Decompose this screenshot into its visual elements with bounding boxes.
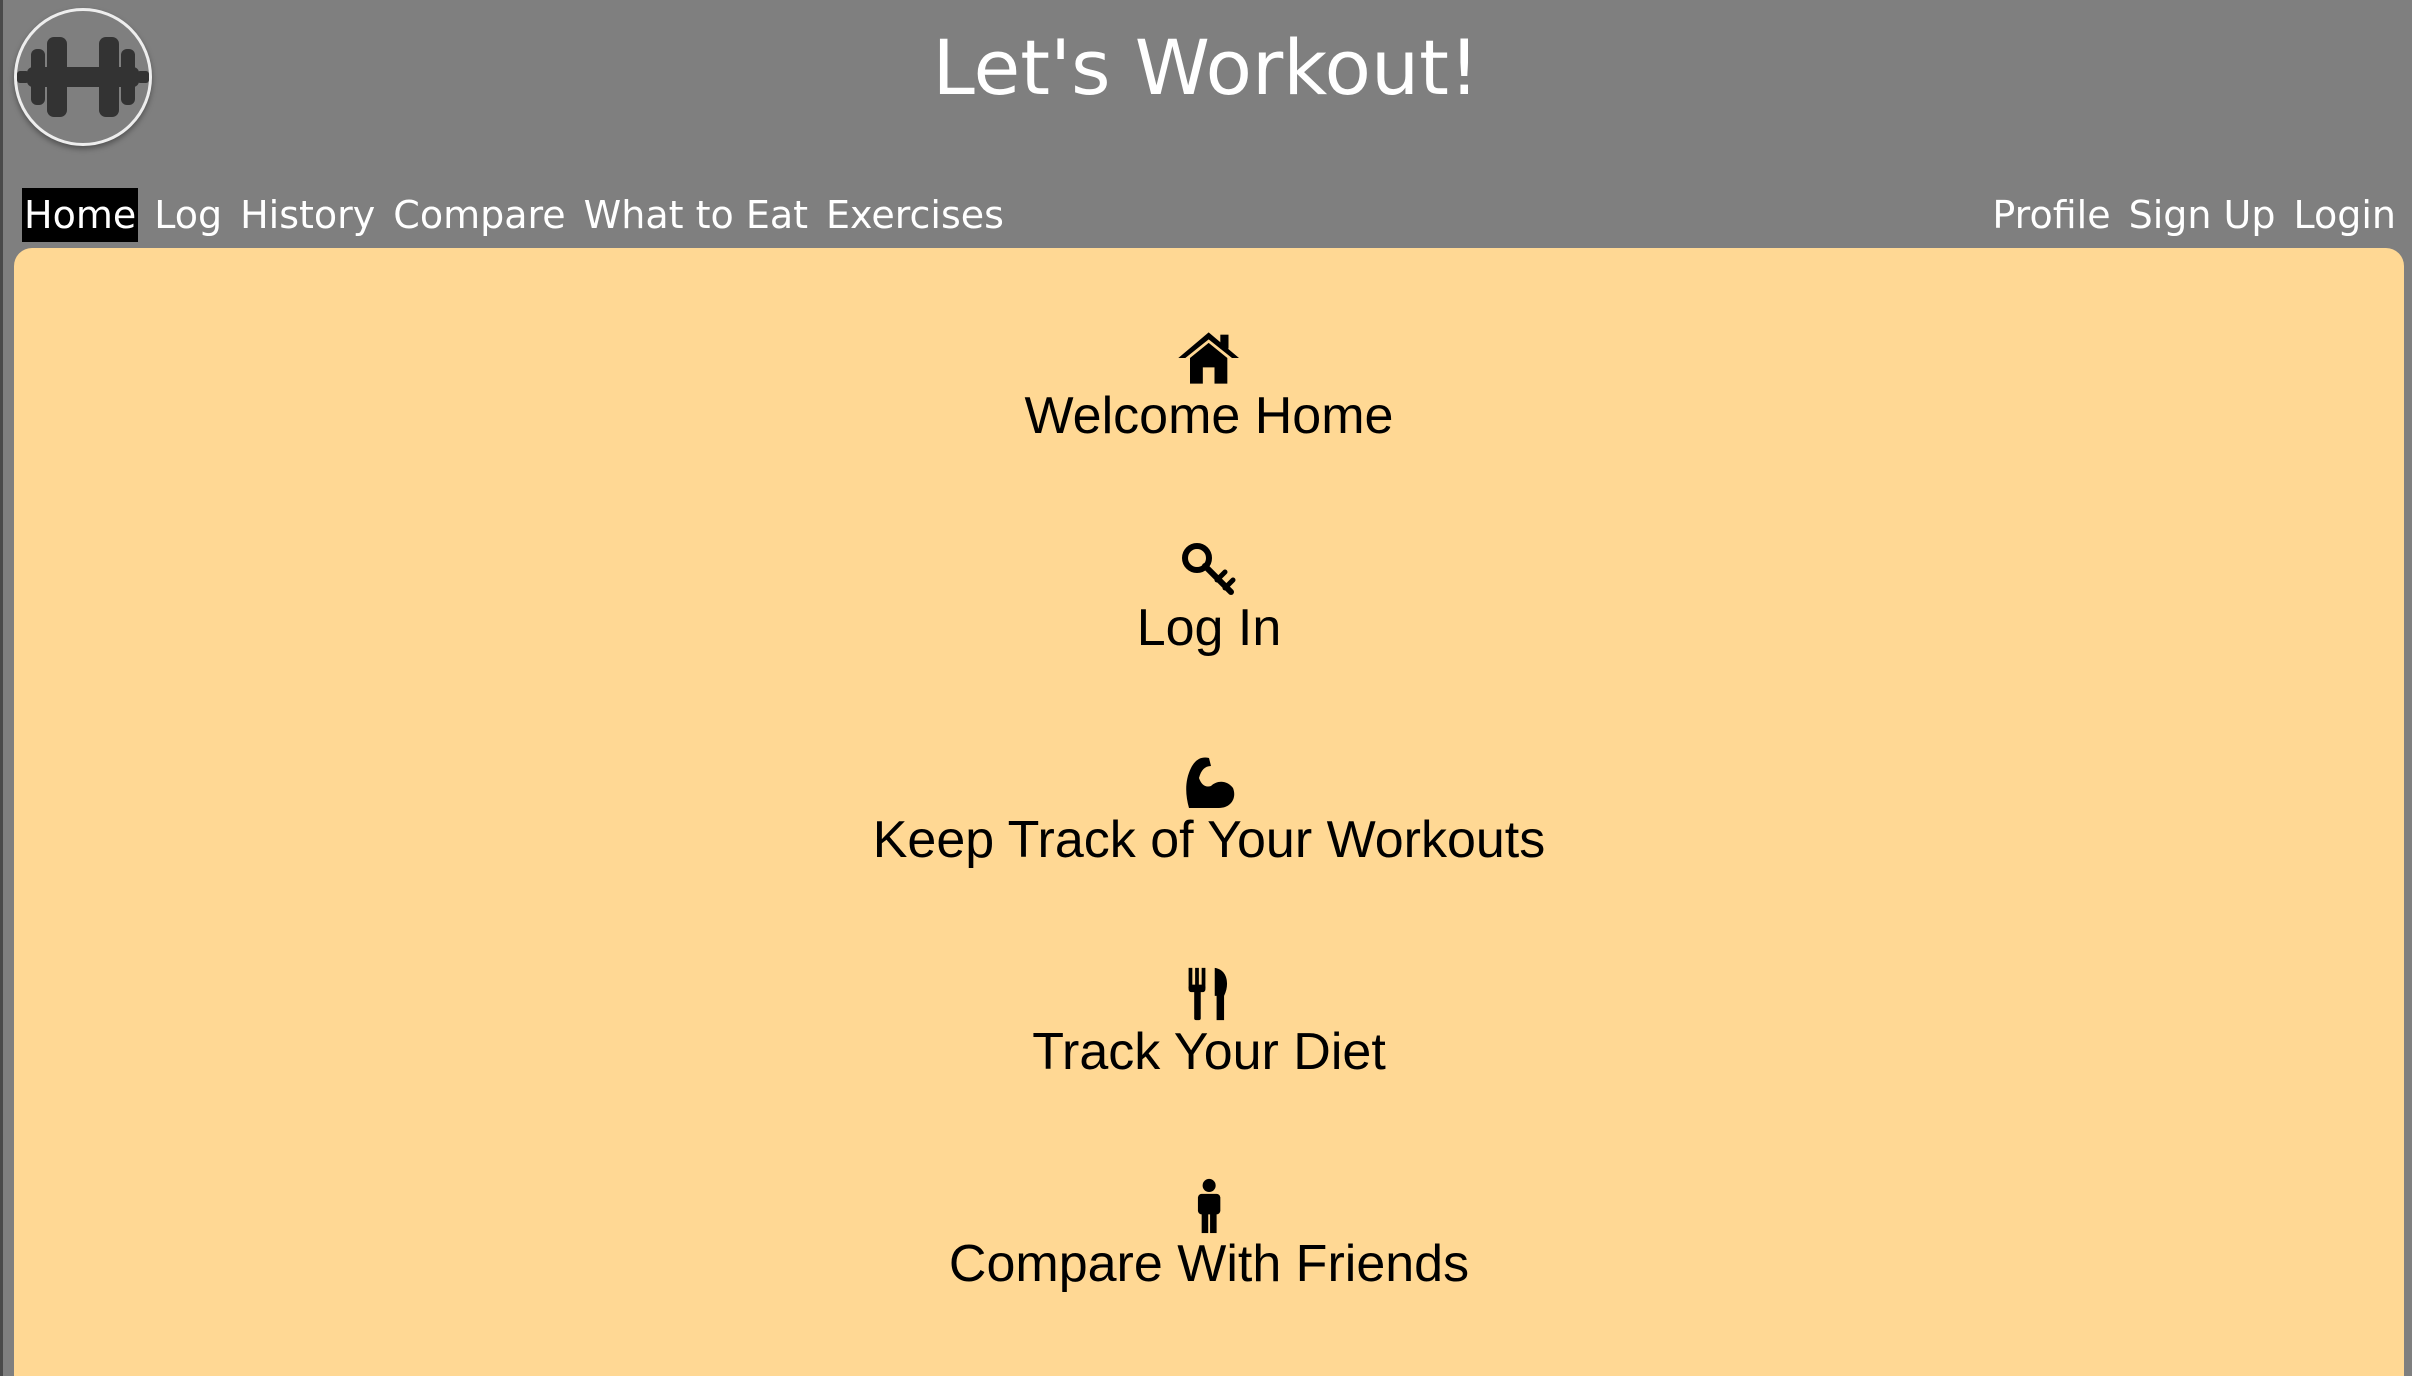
window-edge bbox=[0, 0, 3, 1376]
feature-label: Keep Track of Your Workouts bbox=[872, 811, 1546, 869]
app-window: Let's Workout! Home Log History Compare … bbox=[0, 0, 2412, 1376]
feature-keep-track: Keep Track of Your Workouts bbox=[14, 754, 2404, 872]
feature-label: Welcome Home bbox=[1024, 387, 1394, 445]
site-title: Let's Workout! bbox=[932, 23, 1480, 112]
feature-welcome-home: Welcome Home bbox=[14, 330, 2404, 448]
feature-log-in: Log In bbox=[14, 542, 2404, 660]
flexed-arm-icon bbox=[14, 754, 2404, 814]
nav-what-to-eat[interactable]: What to Eat bbox=[582, 188, 810, 242]
home-icon bbox=[14, 330, 2404, 390]
person-icon bbox=[14, 1178, 2404, 1238]
nav-home[interactable]: Home bbox=[22, 188, 139, 242]
content-panel: Welcome Home Log In Keep Track of Your W… bbox=[14, 248, 2404, 1376]
nav-exercises[interactable]: Exercises bbox=[824, 188, 1006, 242]
nav-log[interactable]: Log bbox=[152, 188, 224, 242]
feature-label: Compare With Friends bbox=[948, 1235, 1470, 1293]
feature-compare-friends: Compare With Friends bbox=[14, 1178, 2404, 1296]
feature-track-diet: Track Your Diet bbox=[14, 966, 2404, 1084]
account-nav: Profile Sign Up Login bbox=[1976, 188, 2398, 242]
key-icon bbox=[14, 542, 2404, 602]
nav-profile[interactable]: Profile bbox=[1990, 188, 2112, 242]
feature-label: Log In bbox=[1136, 599, 1282, 657]
nav-history[interactable]: History bbox=[238, 188, 377, 242]
main-nav: Home Log History Compare What to Eat Exe… bbox=[22, 188, 1020, 242]
nav-login[interactable]: Login bbox=[2291, 188, 2398, 242]
fork-knife-icon bbox=[14, 966, 2404, 1026]
nav-compare[interactable]: Compare bbox=[391, 188, 567, 242]
feature-label: Track Your Diet bbox=[1032, 1023, 1386, 1081]
nav-sign-up[interactable]: Sign Up bbox=[2127, 188, 2278, 242]
